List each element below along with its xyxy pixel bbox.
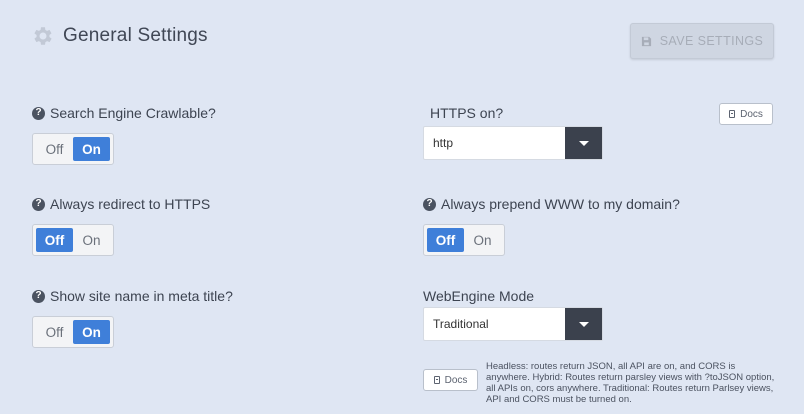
webengine-mode-help-text: Headless: routes return JSON, all API ar…	[486, 361, 775, 405]
dropdown-toggle[interactable]	[565, 308, 602, 340]
redirect-https-label-text: Always redirect to HTTPS	[50, 196, 211, 212]
crawlable-off-option[interactable]: Off	[36, 137, 73, 161]
floppy-disk-icon	[641, 36, 651, 46]
save-settings-button[interactable]: SAVE SETTINGS	[630, 23, 774, 59]
prepend-www-off-option[interactable]: Off	[427, 228, 464, 252]
https-on-label-text: HTTPS on?	[430, 105, 504, 121]
caret-down-icon	[578, 140, 589, 146]
https-on-label: HTTPS on?	[430, 105, 503, 121]
crawlable-toggle[interactable]: Off On	[32, 133, 114, 165]
webengine-docs-button[interactable]: Docs	[423, 369, 478, 391]
prepend-www-on-option[interactable]: On	[464, 228, 501, 252]
crawlable-on-option[interactable]: On	[73, 137, 110, 161]
redirect-https-label: ? Always redirect to HTTPS	[32, 196, 210, 212]
site-name-meta-off-option[interactable]: Off	[36, 320, 73, 344]
save-settings-label: SAVE SETTINGS	[659, 34, 764, 48]
webengine-mode-value: Traditional	[433, 317, 489, 331]
redirect-https-off-option[interactable]: Off	[36, 228, 73, 252]
site-name-meta-on-option[interactable]: On	[73, 320, 110, 344]
webengine-mode-select[interactable]: Traditional	[423, 307, 603, 341]
webengine-docs-label: Docs	[444, 374, 468, 386]
site-name-meta-label-text: Show site name in meta title?	[50, 288, 233, 304]
site-name-meta-label: ? Show site name in meta title?	[32, 288, 233, 304]
gear-icon	[34, 27, 52, 45]
webengine-mode-label: WebEngine Mode	[423, 288, 534, 304]
question-circle-icon[interactable]: ?	[32, 106, 45, 120]
question-circle-icon[interactable]: ?	[32, 197, 45, 211]
https-docs-label: Docs	[740, 108, 763, 120]
https-docs-button[interactable]: Docs	[719, 103, 773, 125]
prepend-www-label-text: Always prepend WWW to my domain?	[441, 196, 680, 212]
book-icon	[433, 376, 440, 384]
webengine-mode-label-text: WebEngine Mode	[423, 288, 535, 304]
book-icon	[729, 110, 736, 118]
prepend-www-toggle[interactable]: Off On	[423, 224, 505, 256]
question-circle-icon[interactable]: ?	[423, 197, 436, 211]
page-title: General Settings	[63, 25, 208, 46]
crawlable-label: ? Search Engine Crawlable?	[32, 105, 216, 121]
prepend-www-label: ? Always prepend WWW to my domain?	[423, 196, 680, 212]
question-circle-icon[interactable]: ?	[32, 289, 45, 303]
redirect-https-on-option[interactable]: On	[73, 228, 110, 252]
dropdown-toggle[interactable]	[565, 127, 602, 159]
crawlable-label-text: Search Engine Crawlable?	[50, 105, 216, 121]
https-select-value: http	[433, 136, 454, 150]
site-name-meta-toggle[interactable]: Off On	[32, 316, 114, 348]
redirect-https-toggle[interactable]: Off On	[32, 224, 114, 256]
https-select[interactable]: http	[423, 126, 603, 160]
caret-down-icon	[578, 321, 589, 327]
